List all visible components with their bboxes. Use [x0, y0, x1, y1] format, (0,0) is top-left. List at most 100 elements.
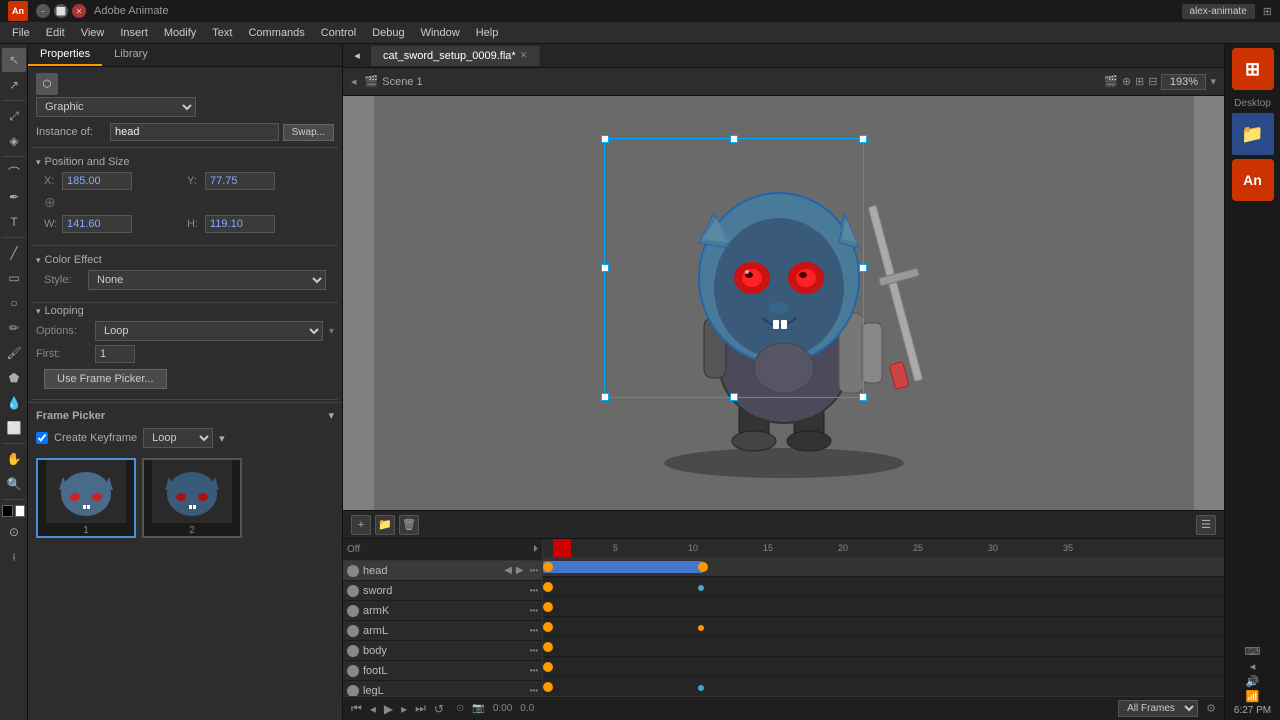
pen-tool[interactable]: ✒	[2, 185, 26, 209]
back-icon[interactable]: ◂	[351, 75, 357, 88]
frame-thumb-2[interactable]: 2	[142, 458, 242, 538]
oval-tool[interactable]: ○	[2, 291, 26, 315]
layer-body[interactable]: body •••	[343, 641, 542, 661]
tl-play-btn[interactable]: ▶	[384, 702, 393, 716]
view-mode-icon[interactable]: 🎬	[1104, 75, 1118, 88]
desktop-icon[interactable]: 📁	[1232, 113, 1274, 155]
tl-prev-frame-btn[interactable]: ◂	[370, 702, 376, 716]
tab-library[interactable]: Library	[102, 44, 160, 66]
y-input[interactable]	[205, 172, 275, 190]
menu-control[interactable]: Control	[313, 25, 364, 41]
menu-view[interactable]: View	[73, 25, 113, 41]
color-effect-header[interactable]: ▾ Color Effect	[36, 254, 334, 266]
tab-nav-left[interactable]: ◂	[343, 44, 371, 68]
fp-dropdown-icon[interactable]: ▾	[219, 432, 225, 445]
paint-bucket-tool[interactable]: ⬟	[2, 366, 26, 390]
tl-next-frame-btn[interactable]: ▸	[401, 702, 407, 716]
layer-footl[interactable]: footL •••	[343, 661, 542, 681]
keyboard-icon[interactable]: ⌨	[1245, 645, 1261, 658]
layer-arml[interactable]: armL •••	[343, 621, 542, 641]
tl-forward-btn[interactable]: ⏭	[415, 701, 426, 716]
tab-close-icon[interactable]: ✕	[520, 50, 528, 61]
tl-rewind-btn[interactable]: ⏮	[351, 701, 362, 716]
first-input[interactable]	[95, 345, 135, 363]
symbol-type-select[interactable]: Graphic Movie Clip Button	[36, 97, 196, 117]
line-tool[interactable]: ╱	[2, 241, 26, 265]
timeline-options-button[interactable]: ☰	[1196, 515, 1216, 535]
menu-file[interactable]: File	[4, 25, 38, 41]
layer-legl[interactable]: legL •••	[343, 681, 542, 696]
tl-row-footl[interactable]	[543, 657, 1224, 677]
tl-row-body[interactable]	[543, 637, 1224, 657]
tl-settings-icon[interactable]: ⚙	[1206, 702, 1216, 715]
text-tool[interactable]: T	[2, 210, 26, 234]
head-kf-start[interactable]	[543, 562, 553, 572]
tl-row-legl[interactable]	[543, 677, 1224, 696]
fp-loop-select[interactable]: Loop Play Once	[143, 428, 213, 448]
menu-insert[interactable]: Insert	[112, 25, 156, 41]
instance-of-input[interactable]	[110, 123, 279, 141]
link-proportions-icon[interactable]: ⊕	[44, 194, 56, 211]
footl-kf[interactable]	[543, 662, 553, 672]
collapse-arrow-icon[interactable]: ▾	[328, 409, 334, 422]
tl-row-armk[interactable]	[543, 597, 1224, 617]
menu-debug[interactable]: Debug	[364, 25, 412, 41]
arml-kf[interactable]	[543, 622, 553, 632]
tl-loop-btn[interactable]: ↺	[434, 702, 444, 716]
zoom-input[interactable]	[1161, 74, 1206, 90]
snap-to-objects[interactable]: ⊙	[2, 520, 26, 544]
new-folder-button[interactable]: 📁	[375, 515, 395, 535]
close-button[interactable]: ✕	[72, 4, 86, 18]
menu-modify[interactable]: Modify	[156, 25, 204, 41]
eyedropper-tool[interactable]: 💧	[2, 391, 26, 415]
tl-row-arml[interactable]	[543, 617, 1224, 637]
zoom-dropdown-icon[interactable]: ▾	[1210, 75, 1216, 88]
menu-edit[interactable]: Edit	[38, 25, 73, 41]
w-input[interactable]	[62, 215, 132, 233]
grid-icon[interactable]: ⊟	[1148, 75, 1157, 88]
menu-help[interactable]: Help	[468, 25, 507, 41]
h-input[interactable]	[205, 215, 275, 233]
layer-armk[interactable]: armK •••	[343, 601, 542, 621]
layer-head-play-icon[interactable]: ◀	[504, 565, 512, 576]
tl-row-head[interactable]	[543, 557, 1224, 577]
new-layer-button[interactable]: +	[351, 515, 371, 535]
use-frame-picker-button[interactable]: Use Frame Picker...	[44, 369, 167, 389]
lasso-tool[interactable]: ⌒	[2, 160, 26, 184]
wifi-icon[interactable]: 📶	[1246, 690, 1260, 703]
snap-icon[interactable]: ⊕	[1122, 75, 1131, 88]
rect-tool[interactable]: ▭	[2, 266, 26, 290]
menu-window[interactable]: Window	[413, 25, 468, 41]
all-frames-select[interactable]: All Frames	[1118, 700, 1198, 717]
layer-head-next-icon[interactable]: ▶	[516, 565, 524, 576]
subselect-tool[interactable]: ↗	[2, 73, 26, 97]
chevron-left-icon[interactable]: ◂	[1250, 660, 1256, 673]
armk-kf[interactable]	[543, 602, 553, 612]
looping-options-select[interactable]: Loop Play Once Single Frame	[95, 321, 323, 341]
brush-tool[interactable]: 🖌	[2, 341, 26, 365]
looping-header[interactable]: ▾ Looping	[36, 305, 334, 317]
gradient-tool[interactable]: ◈	[2, 129, 26, 153]
sword-kf[interactable]	[543, 582, 553, 592]
x-input[interactable]	[62, 172, 132, 190]
stroke-color[interactable]	[2, 505, 13, 517]
body-kf[interactable]	[543, 642, 553, 652]
adobe-an-icon[interactable]: An	[1232, 159, 1274, 201]
layer-sword[interactable]: sword •••	[343, 581, 542, 601]
free-transform-tool[interactable]: ⤢	[2, 104, 26, 128]
layer-head[interactable]: head ◀ ▶ •••	[343, 561, 542, 581]
tab-properties[interactable]: Properties	[28, 44, 102, 66]
head-kf-end[interactable]	[698, 562, 708, 572]
style-select[interactable]: None Brightness Tint Alpha Advanced	[88, 270, 326, 290]
create-keyframe-checkbox[interactable]	[36, 432, 48, 444]
frame-thumb-1[interactable]: 1	[36, 458, 136, 538]
restore-button[interactable]: ⬜	[54, 4, 68, 18]
eraser-tool[interactable]: ⬜	[2, 416, 26, 440]
tl-row-sword[interactable]	[543, 577, 1224, 597]
legl-kf[interactable]	[543, 682, 553, 692]
volume-icon[interactable]: 🔊	[1246, 675, 1260, 688]
zoom-tool[interactable]: 🔍	[2, 472, 26, 496]
fit-icon[interactable]: ⊞	[1135, 75, 1144, 88]
fill-color[interactable]	[15, 505, 26, 517]
select-tool[interactable]: ↖	[2, 48, 26, 72]
